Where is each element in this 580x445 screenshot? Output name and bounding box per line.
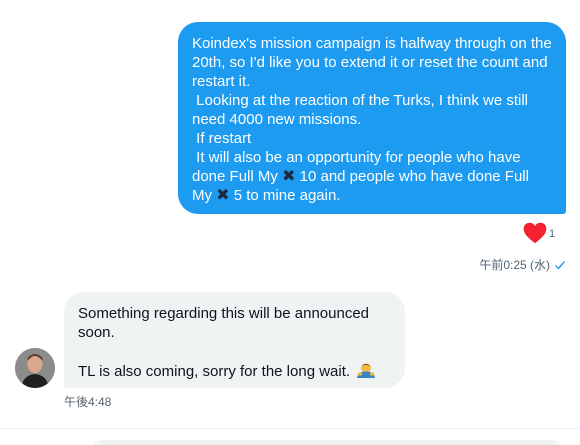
heavy-multiplication-x-icon: ✖: [282, 168, 296, 185]
received-message-text: Something regarding this will be announc…: [78, 304, 391, 381]
person-bowing-emoji-icon: [357, 363, 376, 378]
avatar-photo: [15, 348, 55, 388]
received-timestamp: 午後4:48: [64, 395, 112, 409]
sent-message-meta: 午前0:25 (水): [479, 256, 566, 273]
heart-icon: [523, 222, 547, 244]
reaction-count: 1: [549, 228, 556, 240]
message-composer[interactable]: [92, 440, 562, 445]
divider: [0, 428, 580, 429]
received-message-bubble[interactable]: Something regarding this will be announc…: [64, 292, 405, 388]
check-icon: [555, 260, 566, 270]
sent-message-text: Koindex's mission campaign is halfway th…: [192, 35, 552, 204]
avatar[interactable]: [15, 348, 55, 388]
sent-message-bubble[interactable]: Koindex's mission campaign is halfway th…: [178, 22, 566, 214]
heavy-multiplication-x-icon: ✖: [216, 187, 230, 204]
message-reaction[interactable]: 1: [522, 220, 555, 246]
sent-timestamp: 午前0:25 (水): [479, 258, 550, 272]
